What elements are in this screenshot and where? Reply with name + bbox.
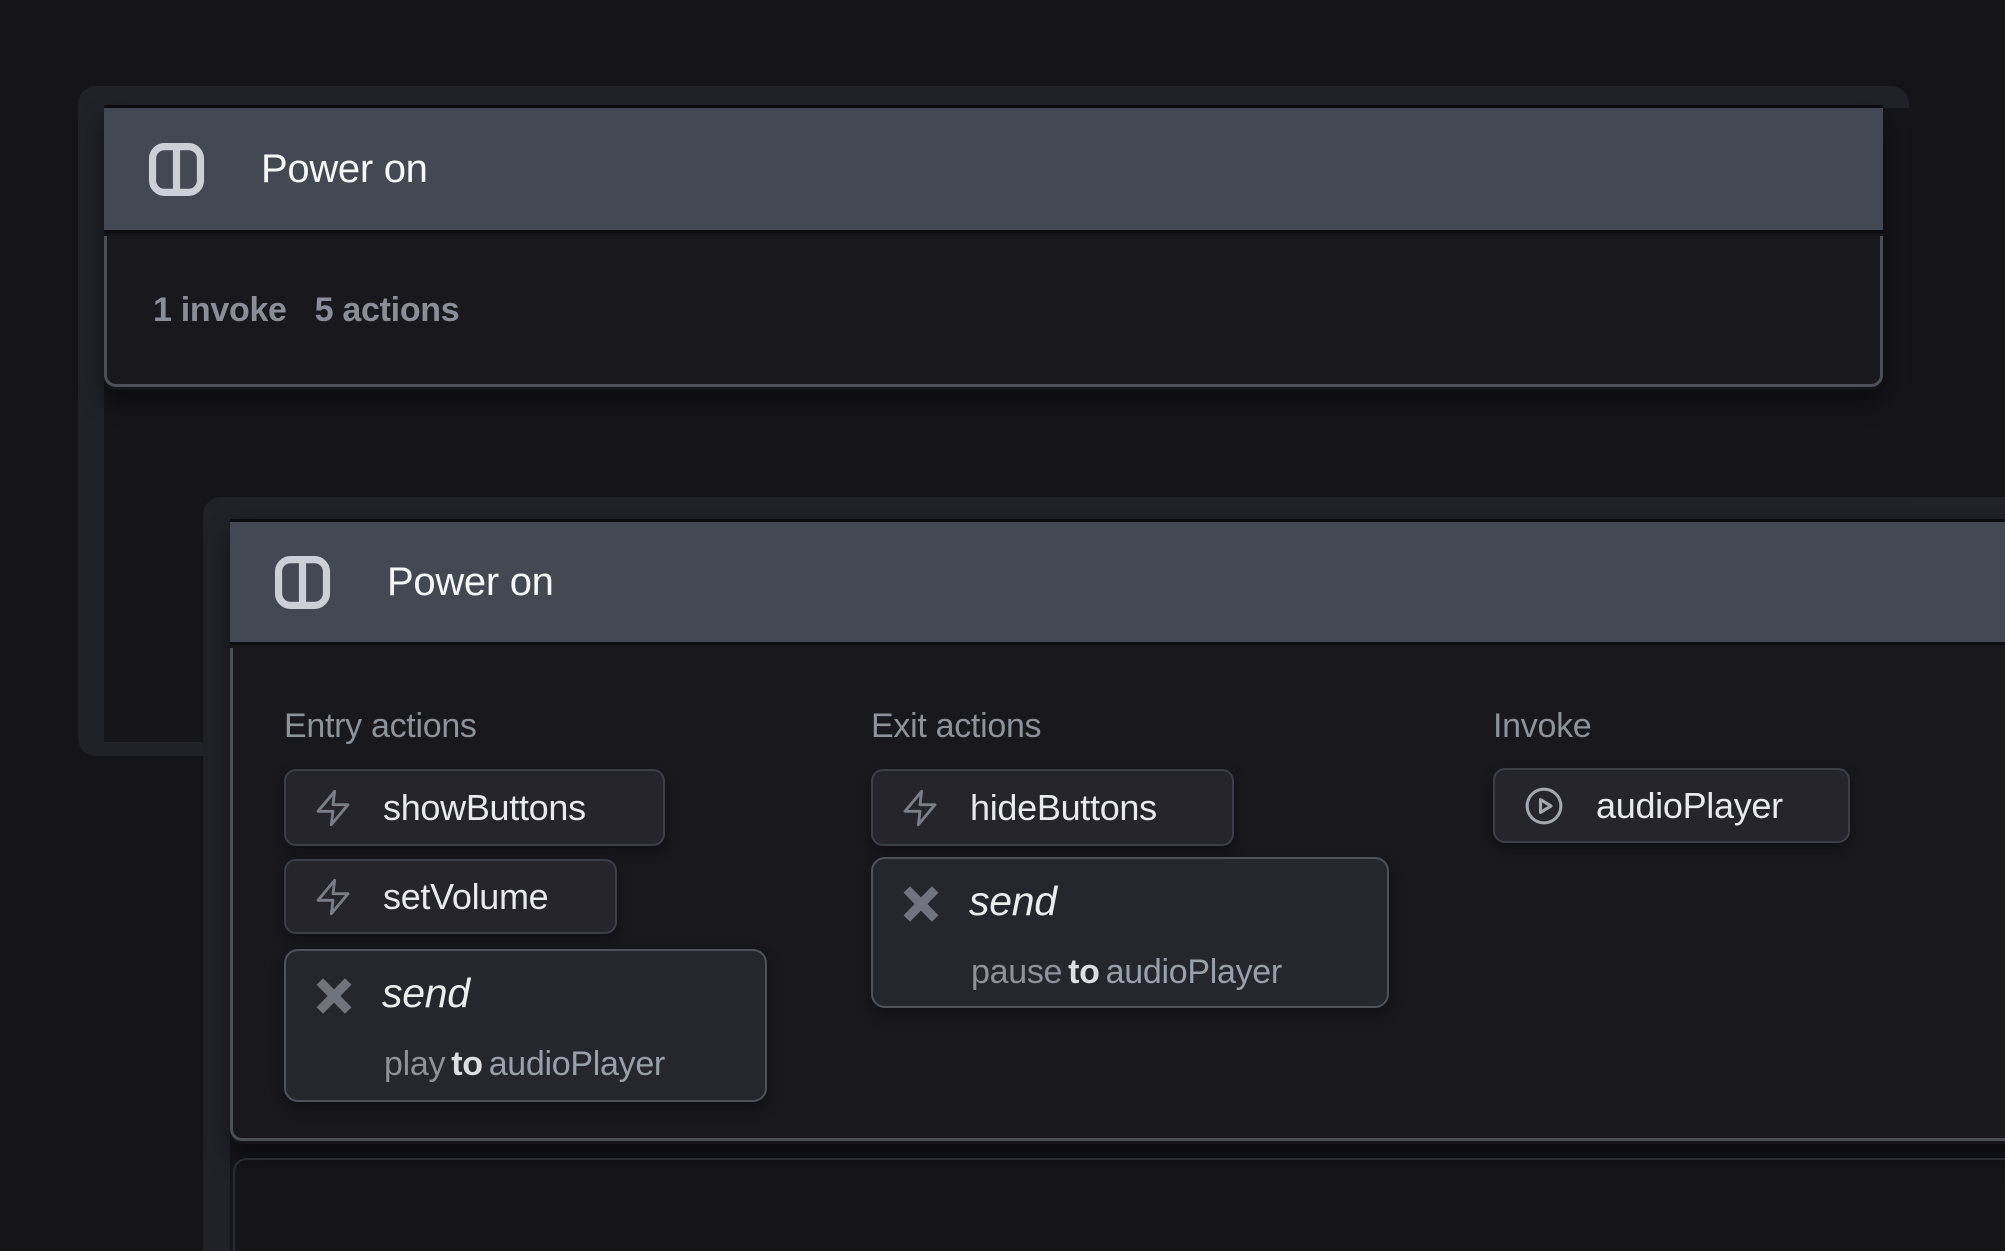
actions-count-badge: 5 actions [315, 291, 460, 330]
state-card-header[interactable]: Power on [104, 108, 1883, 233]
state-card-power-on-collapsed[interactable]: Power on 1 invoke 5 actions [104, 108, 1883, 390]
target-actor-name: audioPlayer [489, 1045, 665, 1083]
exit-action-hideButtons[interactable]: hideButtons [871, 769, 1234, 846]
event-name: pause [971, 953, 1062, 991]
lightning-icon [313, 788, 353, 828]
state-card-summary-body: 1 invoke 5 actions [104, 236, 1883, 387]
entry-action-send-play[interactable]: send playtoaudioPlayer [284, 949, 767, 1102]
action-label: hideButtons [970, 790, 1157, 826]
invoke-count-badge: 1 invoke [153, 291, 287, 330]
parallel-state-icon [146, 139, 207, 200]
send-action-description: pausetoaudioPlayer [971, 955, 1282, 989]
action-label: showButtons [383, 790, 586, 826]
parallel-state-icon [272, 552, 333, 613]
entry-action-showButtons[interactable]: showButtons [284, 769, 665, 846]
action-label: setVolume [383, 879, 548, 915]
connector-text: to [445, 1045, 489, 1083]
send-action-description: playtoaudioPlayer [384, 1047, 665, 1081]
state-card-power-on-expanded[interactable]: Power on Entry actions Exit actions Invo… [230, 522, 2005, 1144]
invoke-actor-audioPlayer[interactable]: audioPlayer [1493, 768, 1850, 843]
state-machine-canvas: Power on 1 invoke 5 actions Power on Ent… [0, 0, 2005, 1251]
exit-actions-label: Exit actions [871, 708, 1041, 744]
state-title: Power on [261, 149, 428, 189]
xstate-icon [898, 880, 944, 928]
invoke-label: Invoke [1493, 708, 1591, 744]
entry-actions-label: Entry actions [284, 708, 477, 744]
partial-element-below-card [233, 1158, 2005, 1251]
target-actor-name: audioPlayer [1106, 953, 1282, 991]
entry-action-setVolume[interactable]: setVolume [284, 859, 617, 934]
event-name: play [384, 1045, 445, 1083]
invoke-label-text: audioPlayer [1596, 788, 1783, 824]
send-action-label: send [382, 973, 470, 1014]
xstate-icon [311, 972, 357, 1020]
send-action-label: send [969, 881, 1057, 922]
lightning-icon [900, 788, 940, 828]
play-circle-icon [1522, 784, 1566, 828]
state-card-header[interactable]: Power on [230, 522, 2005, 645]
state-summary: 1 invoke 5 actions [153, 236, 459, 384]
exit-action-send-pause[interactable]: send pausetoaudioPlayer [871, 857, 1389, 1008]
lightning-icon [313, 877, 353, 917]
state-title: Power on [387, 562, 554, 602]
connector-text: to [1062, 953, 1106, 991]
